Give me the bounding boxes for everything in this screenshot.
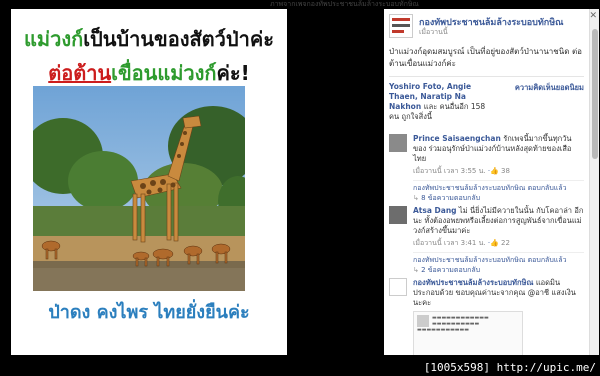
shared-screenshot[interactable]: ▬▬▬▬▬▬▬▬▬▬▬▬ ▬▬▬▬▬▬▬▬▬▬ ▬▬▬▬▬▬▬▬▬▬▬ xyxy=(413,311,523,355)
likes-summary: Yoshiro Foto, Angie Thaen, Naratip Na Na… xyxy=(389,82,489,122)
poster-line1-green: แม่วงก์ xyxy=(24,27,84,51)
shared-preview: ▬▬▬▬▬▬▬▬▬▬▬▬ ▬▬▬▬▬▬▬▬▬▬ ▬▬▬▬▬▬▬▬▬▬▬ xyxy=(417,315,489,333)
view-replies-link[interactable]: ↳ 8 ข้อความตอบกลับ xyxy=(413,193,584,206)
comment-meta: เมื่อวานนี้ เวลา 3:41 น. ·👍 22 xyxy=(413,238,584,248)
page-avatar[interactable] xyxy=(389,278,407,296)
thumbs-up-icon: ·👍 xyxy=(487,239,499,247)
scroll-thumb[interactable] xyxy=(592,29,598,159)
poster-line-1: แม่วงก์เป็นบ้านของสัตว์ป่าค่ะ xyxy=(11,23,287,55)
thumbs-up-icon: ·👍 xyxy=(487,167,499,175)
comment-body: Prince Saisaengchan รักเพจนี้มากขึ้นทุกว… xyxy=(413,134,584,176)
comment-meta: เมื่อวานนี้ เวลา 3:55 น. ·👍 38 xyxy=(413,166,584,176)
comment-item: Prince Saisaengchan รักเพจนี้มากขึ้นทุกว… xyxy=(389,134,584,176)
post-caption: ป่าแม่วงก์อุดมสมบูรณ์ เป็นที่อยู่ของสัตว… xyxy=(389,47,582,68)
comment-time[interactable]: เมื่อวานนี้ เวลา 3:55 น. xyxy=(413,167,486,175)
reply-label: ตอบกลับแล้ว xyxy=(527,256,567,264)
divider xyxy=(389,76,584,77)
comment-item: Atsa Dang ไม่ นี่ยิ่งไม่มีควายในนั้น กับ… xyxy=(389,206,584,248)
avatar[interactable] xyxy=(389,134,407,152)
reply-summary[interactable]: กองทัพประชาชนล้มล้างระบอบทักษิณ ตอบกลับแ… xyxy=(413,252,584,265)
top-hint-bar: ภาพจากเพจกองทัพประชาชนล้มล้างระบอบทักษิณ xyxy=(0,0,600,9)
poster-line-3: ป่าดง คงไพร ไทยยั่งยืนค่ะ xyxy=(48,302,250,323)
comment-item: กองทัพประชาชนล้มล้างระบอบทักษิณ แอดมินปร… xyxy=(389,278,584,355)
page-logo-icon[interactable] xyxy=(389,14,413,38)
comment-like-count[interactable]: 22 xyxy=(501,239,510,247)
reply-author[interactable]: กองทัพประชาชนล้มล้างระบอบทักษิณ xyxy=(413,184,525,192)
photo-panel[interactable]: แม่วงก์เป็นบ้านของสัตว์ป่าค่ะ ต่อต้านเขื… xyxy=(11,9,287,355)
poster-line2-red: ต่อต้าน xyxy=(48,61,112,85)
poster-line2-green: เขื่อนแม่วงก์ xyxy=(111,61,217,85)
reply-arrow-icon: ↳ xyxy=(413,194,422,202)
reply-summary[interactable]: กองทัพประชาชนล้มล้างระบอบทักษิณ ตอบกลับแ… xyxy=(413,180,584,193)
likes-row: Yoshiro Foto, Angie Thaen, Naratip Na Na… xyxy=(389,82,584,134)
reply-author[interactable]: กองทัพประชาชนล้มล้างระบอบทักษิณ xyxy=(413,256,525,264)
comment-author[interactable]: Atsa Dang xyxy=(413,206,457,215)
poster-line2-black: ค่ะ! xyxy=(216,61,250,85)
sort-comments-dropdown[interactable]: ความคิดเห็นยอดนิยม xyxy=(515,82,584,94)
comment-body: กองทัพประชาชนล้มล้างระบอบทักษิณ แอดมินปร… xyxy=(413,278,584,308)
view-replies-link[interactable]: ↳ 2 ข้อความตอบกลับ xyxy=(413,265,584,278)
reply-label: ตอบกลับแล้ว xyxy=(527,184,567,192)
comment-body: Atsa Dang ไม่ นี่ยิ่งไม่มีควายในนั้น กับ… xyxy=(413,206,584,248)
comments-panel: กองทัพประชาชนล้มล้างระบอบทักษิณ เมื่อวาน… xyxy=(384,9,599,355)
giraffe-photo xyxy=(33,86,245,291)
avatar[interactable] xyxy=(389,206,407,224)
comment-author[interactable]: Prince Saisaengchan xyxy=(413,134,501,143)
reply-count[interactable]: 8 ข้อความตอบกลับ xyxy=(421,194,480,202)
shared-thumb-icon xyxy=(417,315,429,327)
post-timestamp[interactable]: เมื่อวานนี้ xyxy=(419,27,448,38)
image-size-label: [1005x598] http://upic.me/ xyxy=(423,361,596,374)
comments-scrollbar[interactable] xyxy=(589,9,599,355)
poster-line1-black: เป็นบ้านของสัตว์ป่าค่ะ xyxy=(83,27,274,51)
close-icon[interactable]: ✕ xyxy=(589,12,597,21)
reply-arrow-icon: ↳ xyxy=(413,266,422,274)
poster-line-2: ต่อต้านเขื่อนแม่วงก์ค่ะ! xyxy=(11,57,287,89)
comments-content: กองทัพประชาชนล้มล้างระบอบทักษิณ เมื่อวาน… xyxy=(384,9,589,355)
comment-author[interactable]: กองทัพประชาชนล้มล้างระบอบทักษิณ xyxy=(413,278,533,287)
comment-like-count[interactable]: 38 xyxy=(501,167,510,175)
post-header: กองทัพประชาชนล้มล้างระบอบทักษิณ เมื่อวาน… xyxy=(389,14,584,44)
reply-count[interactable]: 2 ข้อความตอบกลับ xyxy=(421,266,480,274)
comment-time[interactable]: เมื่อวานนี้ เวลา 3:41 น. xyxy=(413,239,486,247)
